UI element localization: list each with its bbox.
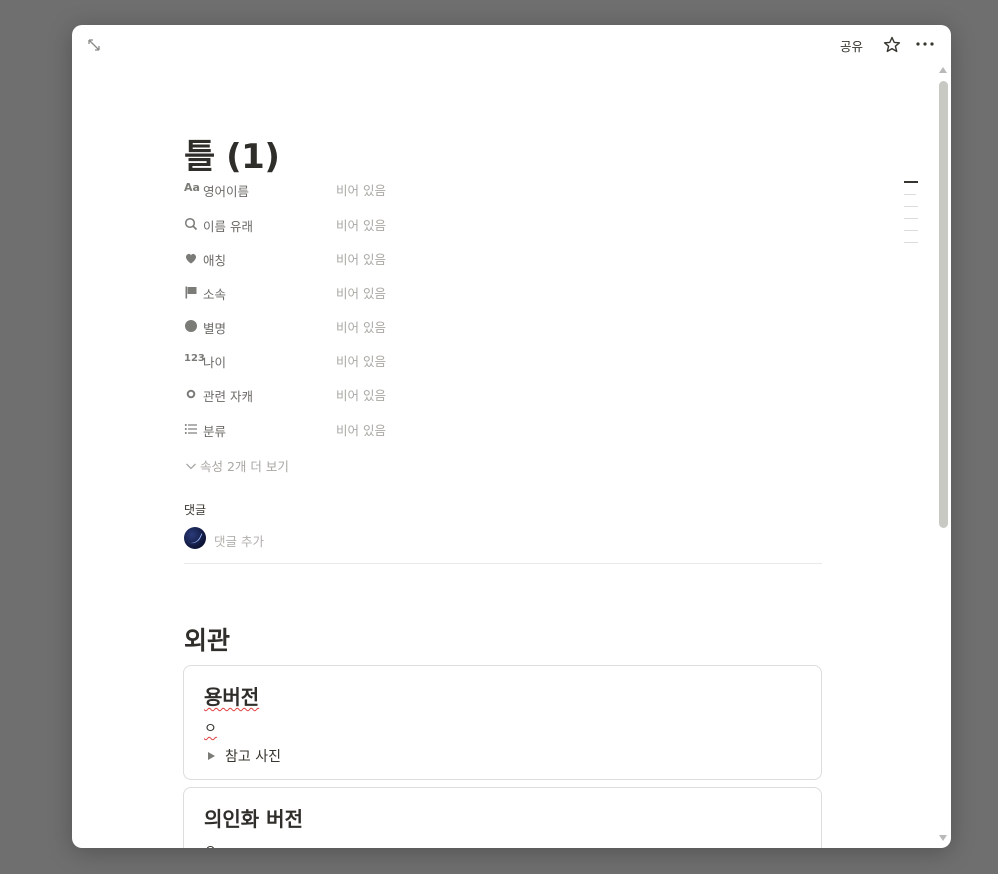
circle-filled-icon bbox=[184, 318, 200, 334]
search-icon bbox=[184, 216, 200, 232]
card-text[interactable]: ㅇ bbox=[204, 840, 217, 848]
list-icon bbox=[184, 421, 200, 437]
relation-icon bbox=[184, 386, 200, 402]
scrollbar-thumb[interactable] bbox=[939, 81, 948, 528]
divider bbox=[184, 563, 822, 564]
property-name: 분류 bbox=[203, 424, 227, 439]
card-title[interactable]: 의인화 버전 bbox=[204, 803, 303, 832]
add-comment-input[interactable]: 댓글 추가 bbox=[214, 531, 264, 550]
more-options-icon[interactable] bbox=[914, 34, 936, 54]
property-value[interactable]: 비어 있음 bbox=[336, 180, 386, 199]
avatar bbox=[184, 527, 206, 549]
page-modal: 공유 틀 (1) Aa 영어이름 비어 있음 이름 유래 비어 있음 애칭 비어… bbox=[72, 25, 951, 848]
share-button[interactable]: 공유 bbox=[840, 36, 863, 55]
toggle-triangle-icon[interactable] bbox=[208, 752, 215, 760]
table-of-contents-outline[interactable] bbox=[902, 181, 920, 251]
number-icon: 123 bbox=[184, 353, 205, 364]
property-row-english-name[interactable]: Aa 영어이름 비어 있음 bbox=[184, 178, 784, 200]
property-row-age[interactable]: 123 나이 비어 있음 bbox=[184, 349, 784, 371]
expand-icon[interactable] bbox=[86, 37, 102, 53]
property-name: 소속 bbox=[203, 287, 227, 302]
scroll-up-arrow[interactable] bbox=[939, 67, 947, 73]
property-value[interactable]: 비어 있음 bbox=[336, 215, 386, 234]
property-value[interactable]: 비어 있음 bbox=[336, 385, 386, 404]
show-more-label: 속성 2개 더 보기 bbox=[200, 459, 289, 474]
property-value[interactable]: 비어 있음 bbox=[336, 317, 386, 336]
scroll-down-arrow[interactable] bbox=[939, 835, 947, 841]
property-value[interactable]: 비어 있음 bbox=[336, 249, 386, 268]
section-heading[interactable]: 외관 bbox=[184, 621, 230, 657]
property-name: 영어이름 bbox=[203, 184, 250, 199]
page-title[interactable]: 틀 (1) bbox=[184, 129, 280, 178]
card-text[interactable]: ㅇ bbox=[204, 718, 217, 738]
flag-icon bbox=[184, 284, 200, 300]
property-name: 나이 bbox=[203, 355, 227, 370]
property-row-alias[interactable]: 별명 비어 있음 bbox=[184, 315, 784, 337]
heart-icon bbox=[184, 250, 200, 266]
property-row-affiliation[interactable]: 소속 비어 있음 bbox=[184, 281, 784, 303]
comments-heading: 댓글 bbox=[184, 503, 207, 517]
property-name: 애칭 bbox=[203, 253, 227, 268]
property-value[interactable]: 비어 있음 bbox=[336, 351, 386, 370]
property-row-nickname[interactable]: 애칭 비어 있음 bbox=[184, 247, 784, 269]
toggle-reference-photos[interactable]: 참고 사진 bbox=[208, 746, 281, 766]
topbar: 공유 bbox=[72, 25, 951, 65]
chevron-down-icon bbox=[184, 459, 198, 473]
property-name: 별명 bbox=[203, 321, 227, 336]
callout-card[interactable]: 용버전 ㅇ 참고 사진 bbox=[183, 665, 822, 780]
property-name: 이름 유래 bbox=[203, 219, 253, 234]
property-row-name-origin[interactable]: 이름 유래 비어 있음 bbox=[184, 213, 784, 235]
card-title[interactable]: 용버전 bbox=[204, 681, 259, 710]
favorite-star-icon[interactable] bbox=[882, 35, 902, 55]
text-aa-icon: Aa bbox=[184, 181, 200, 194]
property-value[interactable]: 비어 있음 bbox=[336, 420, 386, 439]
property-name: 관련 자캐 bbox=[203, 389, 253, 404]
property-value[interactable]: 비어 있음 bbox=[336, 283, 386, 302]
callout-card[interactable]: 의인화 버전 ㅇ bbox=[183, 787, 822, 848]
property-row-related-characters[interactable]: 관련 자캐 비어 있음 bbox=[184, 383, 784, 405]
toggle-label: 참고 사진 bbox=[225, 749, 281, 765]
show-more-properties-button[interactable]: 속성 2개 더 보기 bbox=[184, 456, 289, 475]
property-row-category[interactable]: 분류 비어 있음 bbox=[184, 418, 784, 440]
